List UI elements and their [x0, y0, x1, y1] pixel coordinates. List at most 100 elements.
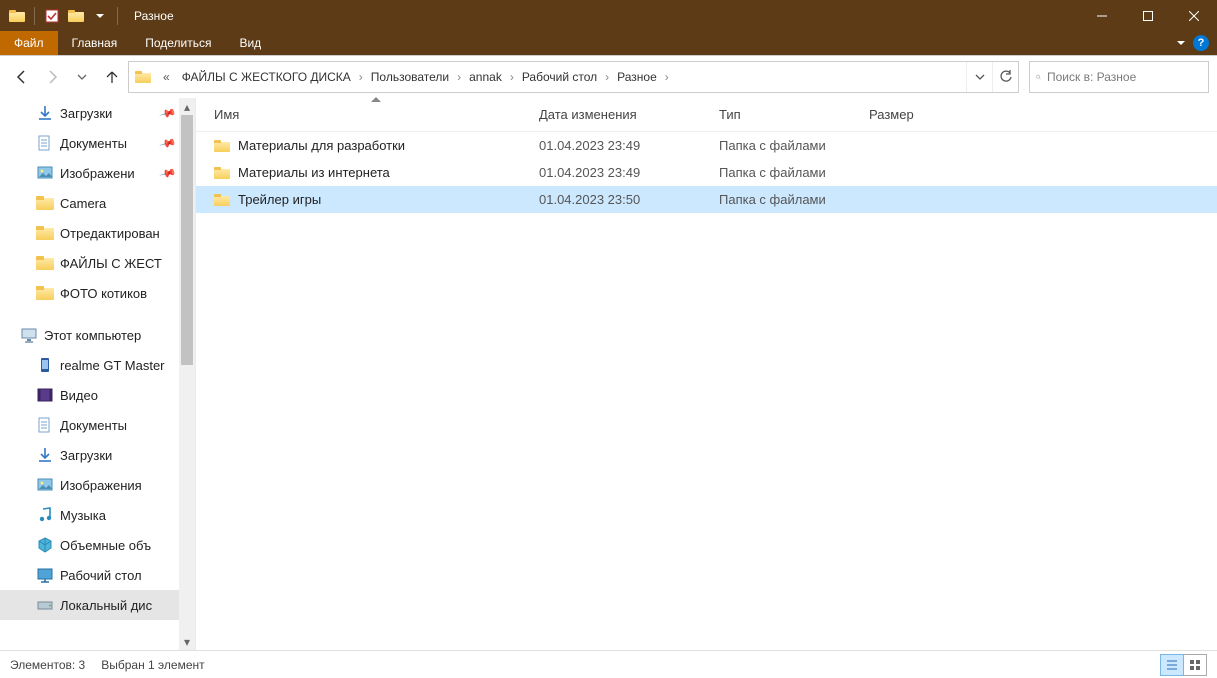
tree-item-label: ФАЙЛЫ С ЖЕСТ: [60, 256, 162, 271]
cell-date: 01.04.2023 23:49: [539, 138, 719, 153]
details-view-button[interactable]: [1160, 654, 1184, 676]
column-date[interactable]: Дата изменения: [539, 98, 719, 131]
scroll-up-icon[interactable]: ▴: [179, 98, 195, 115]
tree-item[interactable]: Изображени📌: [0, 158, 179, 188]
minimize-button[interactable]: [1079, 0, 1125, 31]
tab-home[interactable]: Главная: [58, 31, 132, 55]
back-button[interactable]: [8, 63, 36, 91]
pc-icon: [20, 326, 38, 344]
download-icon: [36, 446, 54, 464]
file-name: Трейлер игры: [238, 192, 321, 207]
navbar: « ФАЙЛЫ С ЖЕСТКОГО ДИСКА› Пользователи› …: [0, 56, 1217, 98]
qat-newfolder-icon[interactable]: [65, 5, 87, 27]
qat-customize-icon[interactable]: [89, 5, 111, 27]
status-item-count: Элементов: 3: [10, 658, 85, 672]
sidebar-scrollbar[interactable]: ▴ ▾: [179, 98, 195, 650]
ribbon-expand-icon[interactable]: [1177, 41, 1185, 45]
breadcrumb-item[interactable]: ФАЙЛЫ С ЖЕСТКОГО ДИСКА: [176, 62, 357, 92]
help-icon[interactable]: ?: [1193, 35, 1209, 51]
tree-item[interactable]: Рабочий стол: [0, 560, 179, 590]
column-size[interactable]: Размер: [869, 98, 969, 131]
tree-item[interactable]: ФАЙЛЫ С ЖЕСТ: [0, 248, 179, 278]
file-name: Материалы для разработки: [238, 138, 405, 153]
tree-item[interactable]: Локальный дис: [0, 590, 179, 620]
tab-file[interactable]: Файл: [0, 31, 58, 55]
tree-item[interactable]: Документы: [0, 410, 179, 440]
address-dropdown[interactable]: [966, 62, 992, 92]
chevron-right-icon[interactable]: ›: [508, 70, 516, 84]
chevron-right-icon[interactable]: ›: [603, 70, 611, 84]
tree-item[interactable]: Музыка: [0, 500, 179, 530]
tree-item-label: Загрузки: [60, 106, 112, 121]
breadcrumb: « ФАЙЛЫ С ЖЕСТКОГО ДИСКА› Пользователи› …: [157, 62, 966, 92]
tree-item[interactable]: Этот компьютер: [0, 320, 179, 350]
tree-item[interactable]: Загрузки📌: [0, 98, 179, 128]
tree-item[interactable]: Документы📌: [0, 128, 179, 158]
breadcrumb-item[interactable]: Разное: [611, 62, 663, 92]
tree-item[interactable]: ФОТО котиков: [0, 278, 179, 308]
cell-name: Материалы для разработки: [214, 138, 539, 153]
tree-item-label: Загрузки: [60, 448, 112, 463]
cell-type: Папка с файлами: [719, 138, 869, 153]
desktop-icon: [36, 566, 54, 584]
recent-dropdown[interactable]: [68, 63, 96, 91]
file-row[interactable]: Материалы из интернета01.04.2023 23:49Па…: [196, 159, 1217, 186]
status-selection: Выбран 1 элемент: [101, 658, 204, 672]
tree-item-label: realme GT Master: [60, 358, 165, 373]
tree-item[interactable]: Camera: [0, 188, 179, 218]
search-input[interactable]: [1047, 70, 1202, 84]
video-icon: [36, 386, 54, 404]
column-size-label: Размер: [869, 107, 914, 122]
maximize-button[interactable]: [1125, 0, 1171, 31]
tree-item[interactable]: Изображения: [0, 470, 179, 500]
tree-item-label: Музыка: [60, 508, 106, 523]
tree-item-label: Видео: [60, 388, 98, 403]
address-bar[interactable]: « ФАЙЛЫ С ЖЕСТКОГО ДИСКА› Пользователи› …: [128, 61, 1019, 93]
breadcrumb-item[interactable]: annak: [463, 62, 508, 92]
scrollbar-thumb[interactable]: [181, 115, 193, 365]
tree-item[interactable]: Видео: [0, 380, 179, 410]
tab-view[interactable]: Вид: [225, 31, 275, 55]
folder-icon: [36, 194, 54, 212]
breadcrumb-item[interactable]: Пользователи: [365, 62, 455, 92]
view-toggle: [1161, 654, 1207, 676]
breadcrumb-item[interactable]: Рабочий стол: [516, 62, 603, 92]
column-name[interactable]: Имя: [214, 98, 539, 131]
tree-item[interactable]: Отредактирован: [0, 218, 179, 248]
breadcrumb-overflow[interactable]: «: [157, 70, 176, 84]
phone-icon: [36, 356, 54, 374]
window-title: Разное: [128, 9, 174, 23]
chevron-right-icon[interactable]: ›: [663, 70, 671, 84]
cell-date: 01.04.2023 23:49: [539, 165, 719, 180]
3d-icon: [36, 536, 54, 554]
file-row[interactable]: Материалы для разработки 01.04.2023 23:49…: [196, 132, 1217, 159]
qat-folder-icon[interactable]: [6, 5, 28, 27]
cell-type: Папка с файлами: [719, 165, 869, 180]
tree-item[interactable]: realme GT Master: [0, 350, 179, 380]
tab-share[interactable]: Поделиться: [131, 31, 225, 55]
quick-access-toolbar: [0, 5, 128, 27]
forward-button[interactable]: [38, 63, 66, 91]
tree-item-label: Локальный дис: [60, 598, 152, 613]
sort-asc-icon: [371, 97, 381, 102]
ribbon: Файл Главная Поделиться Вид ?: [0, 31, 1217, 56]
close-button[interactable]: [1171, 0, 1217, 31]
refresh-button[interactable]: [992, 62, 1018, 92]
scroll-down-icon[interactable]: ▾: [179, 633, 195, 650]
doc-icon: [36, 416, 54, 434]
column-type[interactable]: Тип: [719, 98, 869, 131]
pin-icon: 📌: [159, 134, 177, 152]
cell-name: Материалы из интернета: [214, 165, 539, 180]
chevron-right-icon[interactable]: ›: [455, 70, 463, 84]
qat-properties-icon[interactable]: [41, 5, 63, 27]
chevron-right-icon[interactable]: ›: [357, 70, 365, 84]
file-row[interactable]: Трейлер игры01.04.2023 23:50Папка с файл…: [196, 186, 1217, 213]
tree-item[interactable]: Загрузки: [0, 440, 179, 470]
file-list: Имя Дата изменения Тип Размер Материалы …: [196, 98, 1217, 650]
thumbnails-view-button[interactable]: [1183, 654, 1207, 676]
search-box[interactable]: [1029, 61, 1209, 93]
up-button[interactable]: [98, 63, 126, 91]
folder-icon: [36, 284, 54, 302]
folder-icon: [214, 167, 230, 179]
tree-item[interactable]: Объемные объ: [0, 530, 179, 560]
